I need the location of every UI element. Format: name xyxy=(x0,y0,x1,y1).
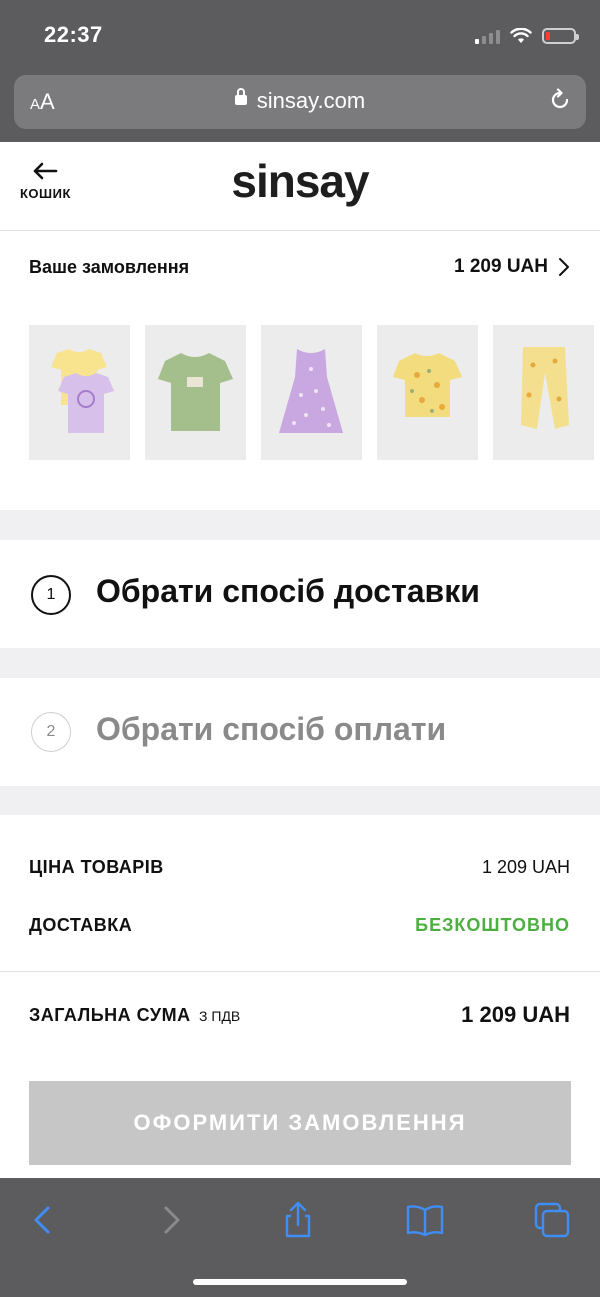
goods-price-value: 1 209 UAH xyxy=(481,857,570,877)
order-item-thumbnail[interactable] xyxy=(377,325,478,460)
step-number-badge: 2 xyxy=(31,712,71,752)
grand-total-row: ЗАГАЛЬНА СУМА З ПДВ 1 209 UAH xyxy=(29,1002,570,1028)
url-label: sinsay.com xyxy=(256,88,366,113)
grand-total-label-group: ЗАГАЛЬНА СУМА З ПДВ xyxy=(29,1005,240,1026)
delivery-step[interactable]: 1 Обрати спосіб доставки xyxy=(0,540,600,648)
goods-price-row: ЦІНА ТОВАРІВ 1 209 UAH xyxy=(29,857,570,878)
place-order-button[interactable]: ОФОРМИТИ ЗАМОВЛЕННЯ xyxy=(29,1081,571,1165)
payment-step-title: Обрати спосіб оплати xyxy=(96,711,447,747)
lilac-dress-icon xyxy=(279,349,343,433)
url-text[interactable]: sinsay.com xyxy=(14,88,586,114)
status-icons xyxy=(475,26,579,46)
site-header: КОШИК sinsay xyxy=(0,142,600,231)
delivery-step-title: Обрати спосіб доставки xyxy=(96,573,480,609)
yellow-floral-tshirt-icon xyxy=(393,353,462,417)
sinsay-logo[interactable]: sinsay xyxy=(0,154,600,208)
yellow-leggings-icon xyxy=(521,347,569,429)
payment-step: 2 Обрати спосіб оплати xyxy=(0,678,600,786)
tshirt-set-icon xyxy=(51,349,114,433)
chevron-right-icon xyxy=(559,258,569,276)
order-summary-row[interactable]: Ваше замовлення 1 209 UAH xyxy=(29,253,570,281)
order-item-thumbnail[interactable] xyxy=(261,325,362,460)
forward-icon[interactable] xyxy=(152,1200,192,1240)
share-icon[interactable] xyxy=(278,1200,318,1240)
vat-note: З ПДВ xyxy=(199,1007,241,1024)
address-bar[interactable]: AA sinsay.com xyxy=(14,75,586,129)
goods-price-label: ЦІНА ТОВАРІВ xyxy=(29,857,164,877)
section-divider xyxy=(0,648,600,678)
home-indicator xyxy=(193,1279,407,1285)
grand-total-value: 1 209 UAH xyxy=(461,1002,570,1027)
back-icon[interactable] xyxy=(22,1200,62,1240)
grand-total-label: ЗАГАЛЬНА СУМА xyxy=(29,1004,191,1025)
totals-divider xyxy=(0,971,600,972)
reload-icon[interactable] xyxy=(548,88,572,112)
status-time: 22:37 xyxy=(44,22,103,47)
section-divider xyxy=(0,510,600,540)
browser-top-bar: 22:37 AA sinsay.com xyxy=(0,0,600,142)
delivery-value: БЕЗКОШТОВНО xyxy=(415,915,570,935)
order-item-thumbnail[interactable] xyxy=(29,325,130,460)
order-item-thumbnail[interactable] xyxy=(145,325,246,460)
cellular-signal-icon xyxy=(475,28,500,44)
delivery-label: ДОСТАВКА xyxy=(29,915,133,935)
bookmarks-icon[interactable] xyxy=(405,1200,445,1240)
order-item-thumbnail[interactable] xyxy=(493,325,594,460)
lock-icon xyxy=(234,88,247,106)
green-tshirt-icon xyxy=(158,353,233,431)
tabs-icon[interactable] xyxy=(532,1200,572,1240)
order-title: Ваше замовлення xyxy=(29,256,190,277)
section-divider xyxy=(0,786,600,815)
battery-icon xyxy=(542,28,579,44)
order-total: 1 209 UAH xyxy=(454,256,570,278)
order-items-carousel[interactable] xyxy=(29,325,600,460)
wifi-icon xyxy=(510,28,532,43)
step-number-badge: 1 xyxy=(31,575,71,615)
delivery-row: ДОСТАВКА БЕЗКОШТОВНО xyxy=(29,915,570,936)
